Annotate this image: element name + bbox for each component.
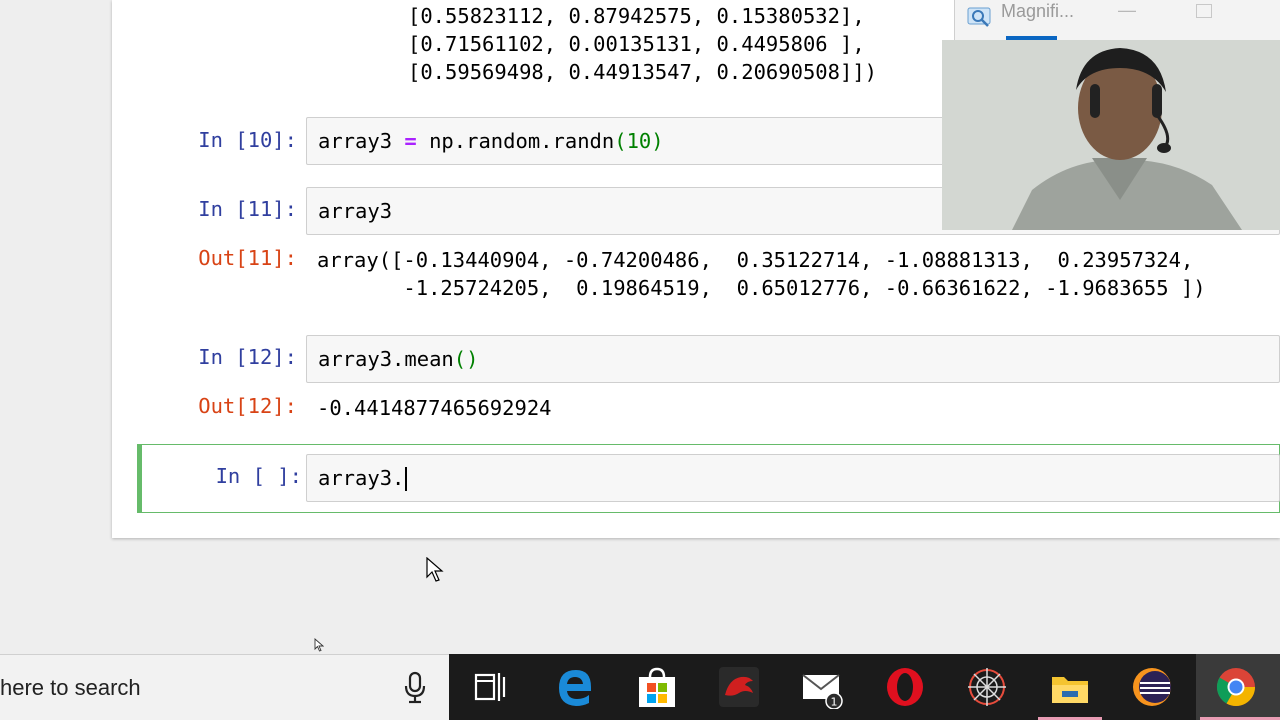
file-explorer-icon[interactable] (1048, 665, 1092, 709)
out-prompt: Out[12]: (198, 394, 297, 418)
magnifier-window[interactable]: Magnifi... — (954, 0, 1280, 40)
magnifier-icon (967, 7, 991, 27)
code-input-cell[interactable]: array3. (306, 454, 1280, 502)
mouse-cursor-small-icon (314, 638, 324, 652)
chrome-icon[interactable] (1214, 665, 1258, 709)
code-text: array3 (318, 199, 393, 223)
prev-output-line: [0.59569498, 0.44913547, 0.20690508]]) (408, 60, 877, 84)
in-prompt: In [10]: (198, 128, 297, 152)
magnifier-title: Magnifi... (1001, 1, 1075, 21)
search-placeholder: here to search (0, 675, 141, 700)
task-view-icon[interactable] (468, 665, 512, 709)
taskbar-search-box[interactable]: here to search (0, 654, 449, 720)
output-line: -1.25724205, 0.19864519, 0.65012776, -0.… (317, 276, 1206, 300)
eclipse-icon[interactable] (1130, 665, 1174, 709)
webcam-person-image (942, 40, 1280, 230)
opera-icon[interactable] (883, 665, 927, 709)
spider-web-icon[interactable] (965, 665, 1009, 709)
text-caret (405, 467, 408, 491)
webcam-overlay (942, 40, 1280, 230)
maximize-button[interactable] (1196, 4, 1212, 18)
in-prompt: In [12]: (198, 345, 297, 369)
microphone-icon[interactable] (402, 671, 428, 705)
prev-output-line: [0.55823112, 0.87942575, 0.15380532], (408, 4, 865, 28)
code-text: array3 = np.random.randn(10) (318, 129, 664, 153)
code-input-cell[interactable]: array3.mean() (306, 335, 1280, 383)
mail-badge-count: 1 (831, 696, 838, 709)
code-text: array3. (318, 464, 408, 492)
minimize-button[interactable]: — (1118, 0, 1136, 21)
mouse-cursor-icon (426, 557, 444, 582)
msi-dragon-icon[interactable] (717, 665, 761, 709)
store-icon[interactable] (635, 665, 679, 709)
edge-icon[interactable] (553, 665, 597, 709)
in-prompt: In [11]: (198, 197, 297, 221)
taskbar: here to search 1 (0, 654, 1280, 720)
output-line: array([-0.13440904, -0.74200486, 0.35122… (317, 248, 1194, 272)
output-value: -0.4414877465692924 (317, 396, 552, 420)
out-prompt: Out[11]: (198, 246, 297, 270)
active-cell[interactable]: In [ ]: array3. (137, 444, 1280, 513)
prev-output-line: [0.71561102, 0.00135131, 0.4495806 ], (408, 32, 865, 56)
in-prompt: In [ ]: (215, 464, 302, 488)
mail-icon[interactable]: 1 (800, 665, 844, 709)
code-text: array3.mean() (318, 347, 479, 371)
